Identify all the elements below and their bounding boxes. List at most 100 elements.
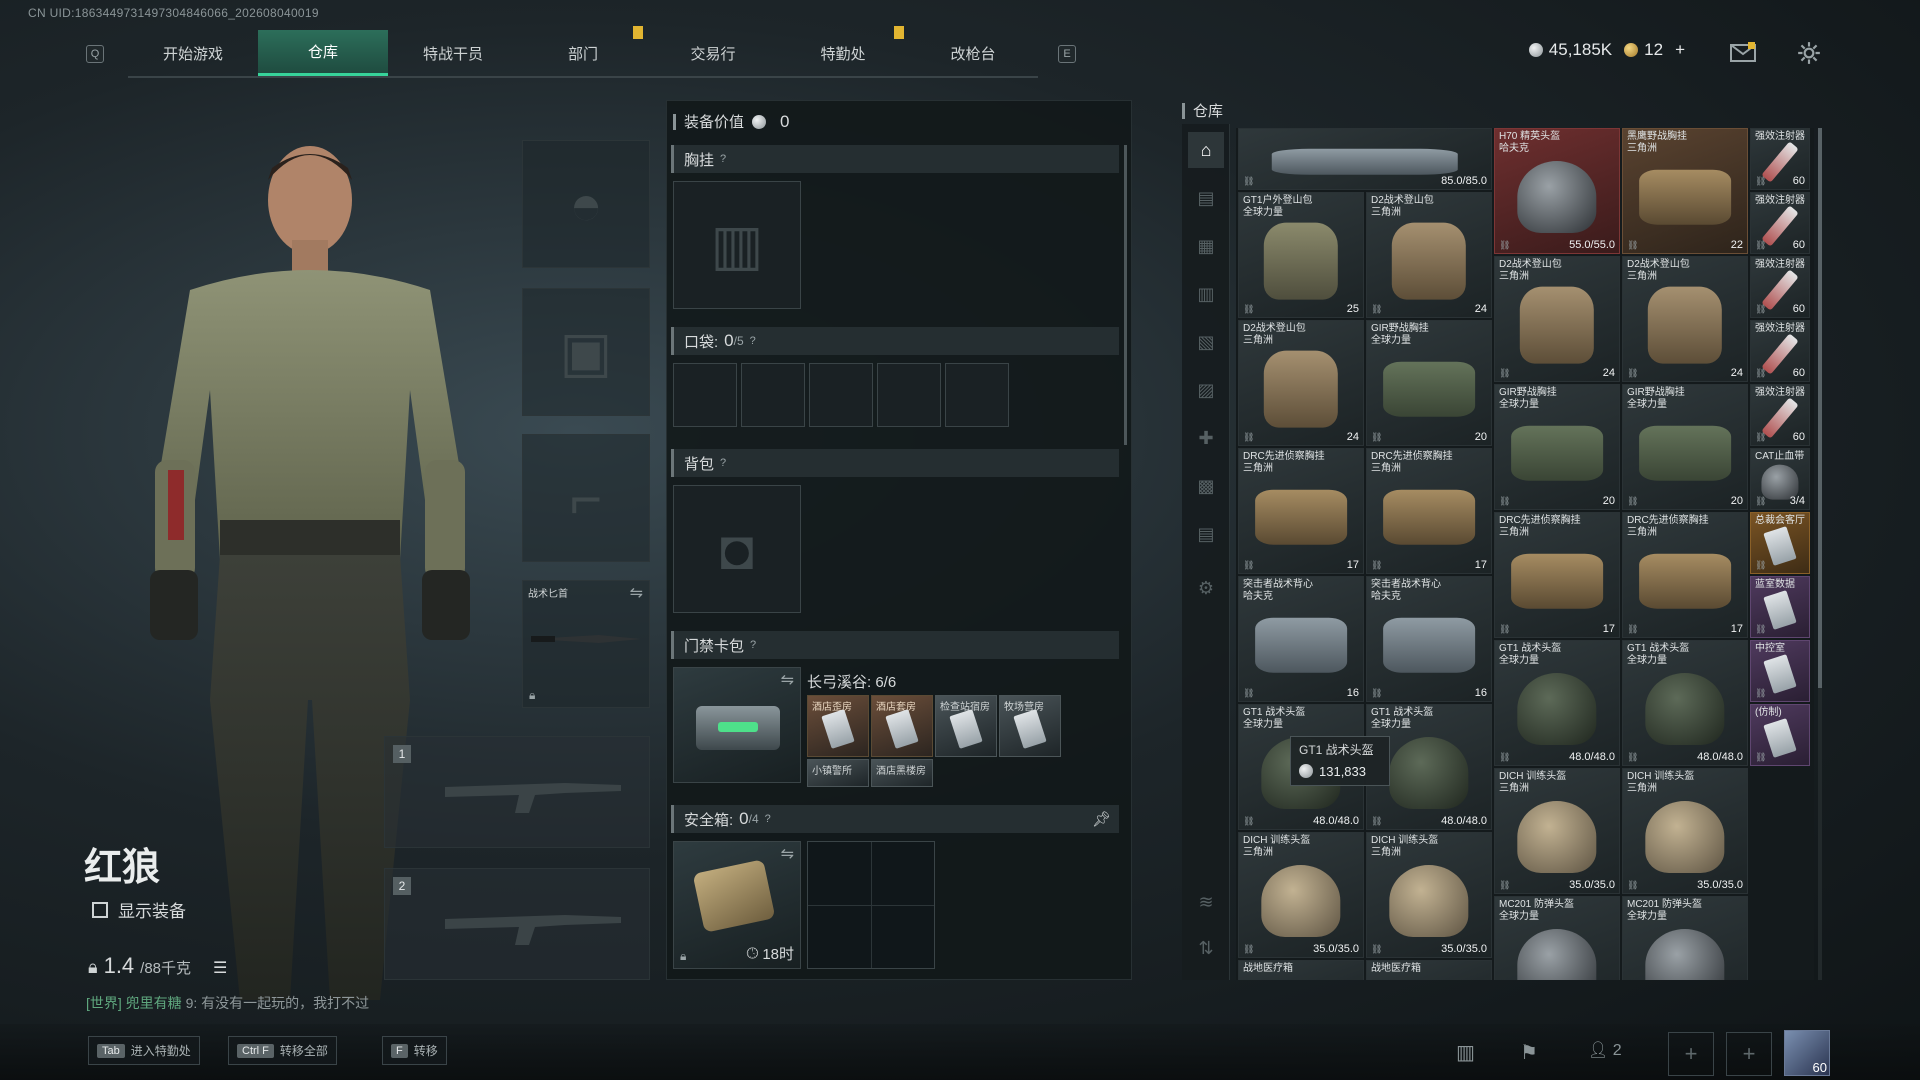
- warehouse-item[interactable]: DICH 训练头盔 三角洲 ⛓ 35.0/35.0: [1366, 832, 1492, 958]
- warehouse-item[interactable]: D2战术登山包 三角洲 ⛓ 24: [1494, 256, 1620, 382]
- primary-weapon-slot-2[interactable]: 2: [384, 868, 650, 980]
- armor-slot[interactable]: ▣: [522, 288, 650, 416]
- swap-icon[interactable]: ⇋: [630, 583, 643, 603]
- chest-rig-slot[interactable]: ▥: [673, 181, 801, 309]
- warehouse-item[interactable]: 强效注射器 ⛓ 60: [1750, 256, 1810, 318]
- panel-scrollbar[interactable]: [1124, 145, 1127, 445]
- category-keys-icon[interactable]: ▤: [1188, 516, 1224, 552]
- warehouse-item[interactable]: DICH 训练头盔 三角洲 ⛓ 35.0/35.0: [1622, 768, 1748, 894]
- add-squad-slot-button[interactable]: +: [1726, 1032, 1772, 1076]
- warehouse-item[interactable]: H70 精英头盔 哈夫克 ⛓ 55.0/55.0: [1494, 128, 1620, 254]
- player-avatar[interactable]: 60: [1784, 1030, 1830, 1076]
- warehouse-item[interactable]: DICH 训练头盔 三角洲 ⛓ 35.0/35.0: [1238, 832, 1364, 958]
- category-ammo-icon[interactable]: ▩: [1188, 468, 1224, 504]
- show-gear-checkbox[interactable]: [92, 901, 108, 918]
- keycard-item[interactable]: 检查站宿房: [935, 695, 997, 757]
- keycard-item[interactable]: 牧场营房: [999, 695, 1061, 757]
- category-backpack-icon[interactable]: ▨: [1188, 372, 1224, 408]
- warehouse-item[interactable]: GIR野战胸挂 全球力量 ⛓ 20: [1366, 320, 1492, 446]
- swap-icon[interactable]: ⇋: [781, 670, 794, 690]
- chat-line[interactable]: [世界] 兜里有糖 9: 有没有一起玩的，我打不过: [86, 993, 369, 1013]
- warehouse-item[interactable]: 突击者战术背心 哈夫克 ⛓ 16: [1366, 576, 1492, 702]
- primary-weapon-slot-1[interactable]: 1: [384, 736, 650, 848]
- pocket-slot[interactable]: [809, 363, 873, 427]
- warehouse-item[interactable]: GT1 战术头盔 全球力量 ⛓ 48.0/48.0: [1494, 640, 1620, 766]
- backpack-slot[interactable]: ◘: [673, 485, 801, 613]
- tab-department[interactable]: 部门: [518, 30, 648, 76]
- tab-trading[interactable]: 交易行: [648, 30, 778, 76]
- list-icon[interactable]: ☰: [213, 958, 227, 978]
- swap-icon[interactable]: ⇋: [781, 844, 794, 864]
- add-currency-button[interactable]: +: [1675, 40, 1685, 60]
- warehouse-item[interactable]: DRC先进侦察胸挂 三角洲 ⛓ 17: [1494, 512, 1620, 638]
- warehouse-item[interactable]: 强效注射器 ⛓ 60: [1750, 192, 1810, 254]
- warehouse-item[interactable]: 蓝室数据 ⛓: [1750, 576, 1810, 638]
- warehouse-item[interactable]: D2战术登山包 三角洲 ⛓ 24: [1366, 192, 1492, 318]
- flag-icon[interactable]: ⚑: [1520, 1040, 1538, 1065]
- keycard-case-slot[interactable]: ⇋: [673, 667, 801, 783]
- hotkey-enter-special-ops[interactable]: Tab 进入特勤处: [88, 1036, 200, 1065]
- warehouse-item[interactable]: D2战术登山包 三角洲 ⛓ 24: [1622, 256, 1748, 382]
- help-icon[interactable]: ?: [765, 813, 771, 825]
- category-weapons-icon[interactable]: ▤: [1188, 180, 1224, 216]
- warehouse-item[interactable]: CAT止血带 ⛓ 3/4: [1750, 448, 1810, 510]
- warehouse-item[interactable]: 黑鹰野战胸挂 三角洲 ⛓ 22: [1622, 128, 1748, 254]
- warehouse-item[interactable]: D2战术登山包 三角洲 ⛓ 24: [1238, 320, 1364, 446]
- tab-special-ops[interactable]: 特勤处: [778, 30, 908, 76]
- help-icon[interactable]: ?: [750, 335, 756, 347]
- tab-start-game[interactable]: 开始游戏: [128, 30, 258, 76]
- hotkey-transfer[interactable]: F 转移: [382, 1036, 447, 1065]
- help-icon[interactable]: ?: [750, 639, 756, 651]
- category-misc-gear-icon[interactable]: ⚙: [1188, 570, 1224, 606]
- warehouse-item[interactable]: 强效注射器 ⛓ 60: [1750, 128, 1810, 190]
- warehouse-item[interactable]: 强效注射器 ⛓ 60: [1750, 320, 1810, 382]
- helmet-slot[interactable]: ◓: [522, 140, 650, 268]
- safebox-slot[interactable]: ⇋ 🔒︎ 🕓︎ 18时: [673, 841, 801, 969]
- pocket-slot[interactable]: [673, 363, 737, 427]
- category-medical-icon[interactable]: ✚: [1188, 420, 1224, 456]
- warehouse-item[interactable]: ⛓ 85.0/85.0: [1238, 128, 1492, 190]
- category-helmet-icon[interactable]: ▥: [1188, 276, 1224, 312]
- tab-warehouse[interactable]: 仓库: [258, 30, 388, 76]
- warehouse-item[interactable]: GIR野战胸挂 全球力量 ⛓ 20: [1622, 384, 1748, 510]
- pocket-slot[interactable]: [741, 363, 805, 427]
- pocket-slot[interactable]: [877, 363, 941, 427]
- warehouse-item[interactable]: 中控室 ⛓: [1750, 640, 1810, 702]
- warehouse-item[interactable]: DRC先进侦察胸挂 三角洲 ⛓ 17: [1238, 448, 1364, 574]
- warehouse-item[interactable]: DRC先进侦察胸挂 三角洲 ⛓ 17: [1366, 448, 1492, 574]
- warehouse-item[interactable]: 总裁会客厅 ⛓: [1750, 512, 1810, 574]
- warehouse-item[interactable]: 突击者战术背心 哈夫克 ⛓ 16: [1238, 576, 1364, 702]
- settings-gear-icon[interactable]: [1796, 40, 1822, 66]
- warehouse-item[interactable]: 战地医疗箱⛓: [1238, 960, 1364, 980]
- warehouse-item[interactable]: (仿制) ⛓: [1750, 704, 1810, 766]
- friends-button[interactable]: 👤︎ 2: [1588, 1040, 1622, 1060]
- add-squad-slot-button[interactable]: +: [1668, 1032, 1714, 1076]
- help-icon[interactable]: ?: [720, 153, 726, 165]
- keycard-item[interactable]: 酒店黑楼房: [871, 759, 933, 787]
- safebox-grid[interactable]: [807, 841, 935, 969]
- hotkey-transfer-all[interactable]: Ctrl F 转移全部: [228, 1036, 337, 1065]
- warehouse-item[interactable]: 强效注射器 ⛓ 60: [1750, 384, 1810, 446]
- keycard-item[interactable]: 小镇警所: [807, 759, 869, 787]
- warehouse-item[interactable]: 战地医疗箱⛓: [1366, 960, 1492, 980]
- keycard-item[interactable]: 酒店歪房: [807, 695, 869, 757]
- category-rig-icon[interactable]: ▧: [1188, 324, 1224, 360]
- warehouse-scrollbar-thumb[interactable]: [1818, 128, 1822, 688]
- help-icon[interactable]: ?: [720, 457, 726, 469]
- warehouse-item[interactable]: DRC先进侦察胸挂 三角洲 ⛓ 17: [1622, 512, 1748, 638]
- warehouse-item[interactable]: GT1户外登山包 全球力量 ⛓ 25: [1238, 192, 1364, 318]
- warehouse-item[interactable]: GIR野战胸挂 全球力量 ⛓ 20: [1494, 384, 1620, 510]
- pin-icon[interactable]: 📌︎: [1092, 810, 1111, 828]
- tab-operators[interactable]: 特战干员: [388, 30, 518, 76]
- show-gear-toggle[interactable]: 显示装备: [92, 897, 186, 922]
- keycard-item[interactable]: 酒店套房: [871, 695, 933, 757]
- warehouse-item[interactable]: MC201 防弹头盔 全球力量⛓: [1622, 896, 1748, 980]
- warehouse-item[interactable]: GT1 战术头盔 全球力量 ⛓ 48.0/48.0: [1622, 640, 1748, 766]
- warehouse-item[interactable]: MC201 防弹头盔 全球力量⛓: [1494, 896, 1620, 980]
- pocket-slot[interactable]: [945, 363, 1009, 427]
- stats-chart-icon[interactable]: ▥: [1456, 1040, 1475, 1065]
- tab-gunsmith[interactable]: 改枪台: [908, 30, 1038, 76]
- layers-icon[interactable]: ≋: [1188, 884, 1224, 920]
- category-all-icon[interactable]: ⌂: [1188, 132, 1224, 168]
- pistol-slot[interactable]: ⌐: [522, 434, 650, 562]
